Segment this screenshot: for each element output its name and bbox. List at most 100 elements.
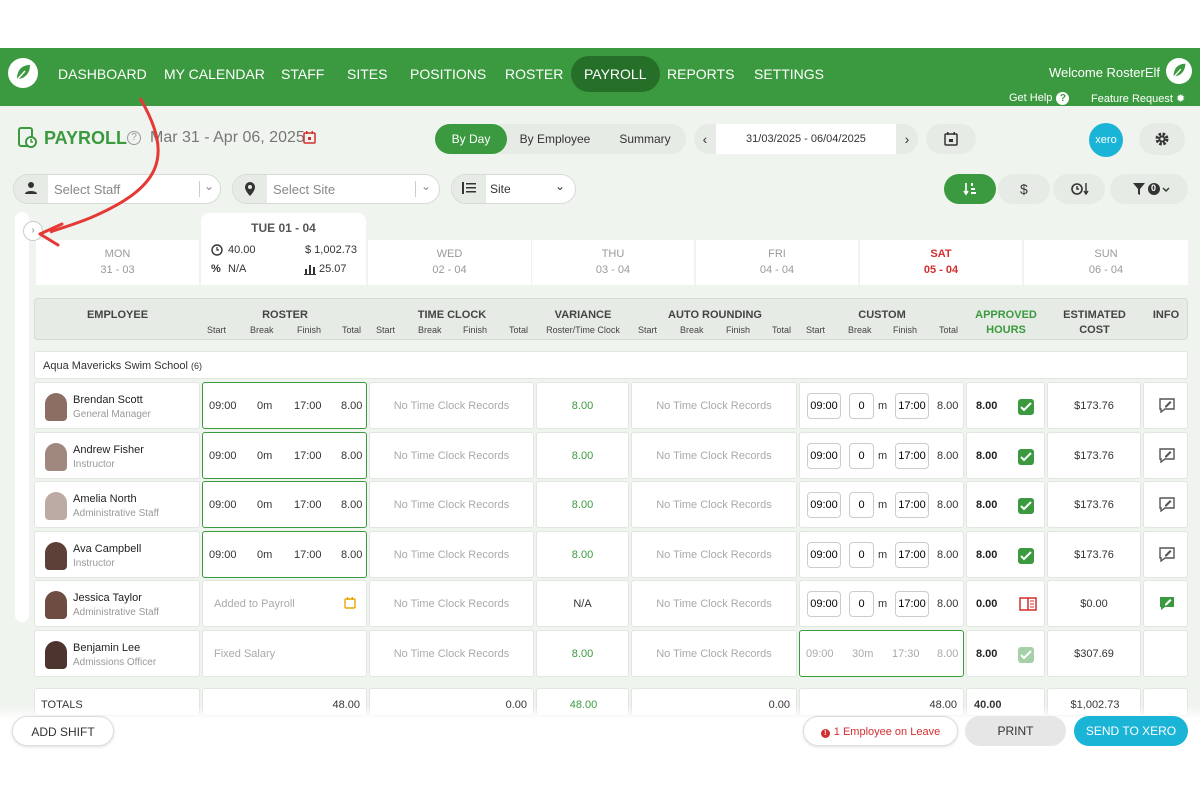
date-range-field[interactable]: 31/03/2025 - 06/04/2025 [716, 124, 896, 154]
group-by-select[interactable]: Site ⌄ [451, 174, 576, 204]
nav-staff[interactable]: STAFF [268, 56, 337, 92]
custom-break-input[interactable] [849, 591, 874, 617]
custom-start-input[interactable] [807, 591, 841, 617]
info-cell[interactable] [1143, 531, 1188, 578]
auto-rounding-cell[interactable]: No Time Clock Records [631, 481, 797, 528]
employee-cell[interactable]: Ava Campbell Instructor [34, 531, 200, 578]
day-wednesday[interactable]: WED 02 - 04 [368, 240, 531, 285]
rosterelf-logo[interactable] [8, 58, 38, 88]
approved-checkbox[interactable] [1018, 498, 1034, 514]
custom-finish-input[interactable] [895, 393, 929, 419]
approved-checkbox[interactable] [1018, 399, 1034, 415]
day-sunday[interactable]: SUN 06 - 04 [1024, 240, 1188, 285]
nav-payroll[interactable]: PAYROLL [571, 56, 660, 92]
employee-cell[interactable]: Brendan Scott General Manager [34, 382, 200, 429]
time-clock-cell[interactable]: No Time Clock Records [369, 531, 534, 578]
info-cell[interactable] [1143, 481, 1188, 528]
nav-dashboard[interactable]: DASHBOARD [45, 56, 160, 92]
employee-cell[interactable]: Amelia North Administrative Staff [34, 481, 200, 528]
time-clock-cell[interactable]: No Time Clock Records [369, 382, 534, 429]
auto-rounding-cell[interactable]: No Time Clock Records [631, 531, 797, 578]
employee-on-leave-button[interactable]: ! 1 Employee on Leave [803, 716, 958, 746]
time-clock-cell[interactable]: No Time Clock Records [369, 481, 534, 528]
custom-start-input[interactable] [807, 393, 841, 419]
get-help-link[interactable]: Get Help? [1009, 92, 1070, 105]
day-friday[interactable]: FRI 04 - 04 [696, 240, 858, 285]
roster-cell[interactable]: 09:00 0m 17:00 8.00 [202, 432, 367, 479]
nav-my-calendar[interactable]: MY CALENDAR [151, 56, 278, 92]
print-button[interactable]: PRINT [965, 716, 1066, 746]
auto-rounding-cell[interactable]: No Time Clock Records [631, 630, 797, 677]
sort-button[interactable] [944, 174, 996, 204]
custom-break-input[interactable] [849, 542, 874, 568]
roster-cell[interactable]: 09:00 0m 17:00 8.00 [202, 481, 367, 528]
payroll-icon [18, 127, 37, 148]
nav-positions[interactable]: POSITIONS [397, 56, 499, 92]
roster-cell[interactable]: Added to Payroll [202, 580, 367, 627]
approved-checkbox[interactable] [1018, 548, 1034, 564]
site-select[interactable]: Select Site ⌄ [232, 174, 440, 204]
help-icon[interactable]: ? [127, 131, 141, 145]
auto-rounding-cell[interactable]: No Time Clock Records [631, 382, 797, 429]
calendar-icon[interactable] [303, 131, 316, 144]
auto-rounding-cell[interactable]: No Time Clock Records [631, 432, 797, 479]
leave-book-icon[interactable] [1019, 597, 1037, 611]
add-shift-button[interactable]: ADD SHIFT [12, 716, 114, 746]
custom-start-input[interactable] [807, 443, 841, 469]
employee-role: General Manager [73, 409, 151, 420]
employee-cell[interactable]: Andrew Fisher Instructor [34, 432, 200, 479]
roster-cell[interactable]: 09:00 0m 17:00 8.00 [202, 531, 367, 578]
custom-start-input[interactable] [807, 542, 841, 568]
custom-break-input[interactable] [849, 393, 874, 419]
info-cell[interactable] [1143, 432, 1188, 479]
custom-finish-input[interactable] [895, 542, 929, 568]
custom-break-input[interactable] [849, 492, 874, 518]
roster-cell[interactable]: 09:00 0m 17:00 8.00 [202, 382, 367, 429]
day-tuesday-selected[interactable]: TUE 01 - 04 40.00 $ 1,002.73 % N/A 25.07 [201, 213, 366, 285]
col-approved-hours: HOURS [986, 324, 1026, 336]
approved-checkbox[interactable] [1018, 449, 1034, 465]
auto-rounding-cell[interactable]: No Time Clock Records [631, 580, 797, 627]
no-records-text: No Time Clock Records [656, 499, 772, 511]
info-cell[interactable] [1143, 580, 1188, 627]
time-clock-cell[interactable]: No Time Clock Records [369, 580, 534, 627]
prev-week-button[interactable]: ‹ [694, 124, 716, 154]
employee-cell[interactable]: Jessica Taylor Administrative Staff [34, 580, 200, 627]
filter-button[interactable]: 0 [1110, 174, 1188, 204]
nav-settings[interactable]: SETTINGS [741, 56, 837, 92]
day-thursday[interactable]: THU 03 - 04 [532, 240, 694, 285]
day-monday[interactable]: MON 31 - 03 [36, 240, 199, 285]
tab-by-day[interactable]: By Day [435, 124, 507, 154]
tab-by-employee[interactable]: By Employee [510, 124, 600, 154]
roster-cell[interactable]: Fixed Salary [202, 630, 367, 677]
approved-checkbox[interactable] [1018, 647, 1034, 663]
date-picker-button[interactable] [926, 124, 976, 154]
day-saturday[interactable]: SAT 05 - 04 [860, 240, 1022, 285]
feature-request-link[interactable]: Feature Request ✹ [1091, 92, 1185, 105]
cost-toggle-button[interactable]: $ [998, 174, 1050, 204]
nav-sites[interactable]: SITES [334, 56, 400, 92]
info-cell[interactable] [1143, 382, 1188, 429]
no-records-text: No Time Clock Records [393, 648, 510, 660]
user-avatar[interactable] [1166, 58, 1192, 84]
custom-finish-input[interactable] [895, 443, 929, 469]
custom-cell[interactable]: 09:00 30m 17:30 8.00 [799, 630, 964, 677]
custom-break-input[interactable] [849, 443, 874, 469]
expand-panel-button[interactable]: › [23, 221, 43, 241]
custom-finish-input[interactable] [895, 591, 929, 617]
next-week-button[interactable]: › [896, 124, 918, 154]
employee-cell[interactable]: Benjamin Lee Admissions Officer $ [34, 630, 226, 677]
staff-select[interactable]: Select Staff ⌄ [13, 174, 221, 204]
time-clock-cell[interactable]: No Time Clock Records [369, 432, 534, 479]
group-name: Aqua Mavericks Swim School [43, 360, 188, 372]
nav-reports[interactable]: REPORTS [654, 56, 747, 92]
tab-summary[interactable]: Summary [605, 124, 685, 154]
time-clock-cell[interactable]: No Time Clock Records [369, 630, 534, 677]
send-to-xero-button[interactable]: SEND TO XERO [1074, 716, 1188, 746]
custom-finish-input[interactable] [895, 492, 929, 518]
settings-button[interactable] [1139, 123, 1185, 155]
xero-button[interactable]: xero [1089, 123, 1123, 157]
nav-roster[interactable]: ROSTER [492, 56, 576, 92]
time-sort-button[interactable] [1053, 174, 1105, 204]
custom-start-input[interactable] [807, 492, 841, 518]
